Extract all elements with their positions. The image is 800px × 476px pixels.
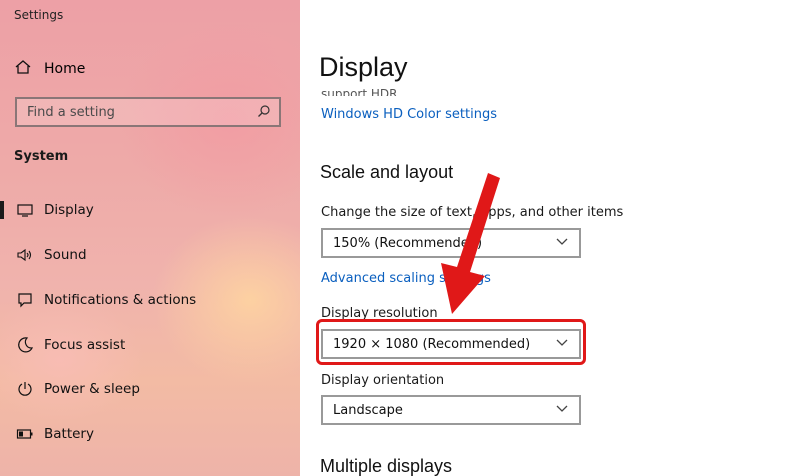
speaker-icon [16,246,34,264]
sidebar-item-label: Sound [44,247,87,263]
search-placeholder: Find a setting [27,104,115,120]
app-title: Settings [14,8,64,22]
sidebar-item-battery[interactable]: Battery [0,419,300,449]
search-icon [257,103,271,122]
sidebar-item-label: Display [44,202,94,218]
battery-icon [16,425,34,443]
selection-indicator [0,201,4,219]
sidebar-item-label: Power & sleep [44,381,140,397]
sidebar-item-power-sleep[interactable]: Power & sleep [0,374,300,404]
section-label: System [14,149,69,164]
monitor-icon [16,201,34,219]
sidebar-item-label: Focus assist [44,337,126,353]
sidebar-item-label: Battery [44,426,94,442]
notification-icon [16,291,34,309]
sidebar-item-sound[interactable]: Sound [0,240,300,270]
sidebar-item-display[interactable]: Display [0,195,300,225]
sidebar-item-label: Notifications & actions [44,292,197,308]
annotation-arrow [441,173,500,314]
home-label: Home [44,61,86,77]
sidebar-item-focus-assist[interactable]: Focus assist [0,330,300,360]
home-icon [14,58,32,80]
sidebar-item-notifications[interactable]: Notifications & actions [0,285,300,315]
sidebar: Settings Home Find a setting System Disp… [0,0,300,476]
search-input[interactable]: Find a setting [15,97,281,127]
moon-icon [16,336,34,354]
main-content: Display support HDR. Windows HD Color se… [300,0,800,476]
home-nav[interactable]: Home [14,58,85,80]
power-icon [16,380,34,398]
